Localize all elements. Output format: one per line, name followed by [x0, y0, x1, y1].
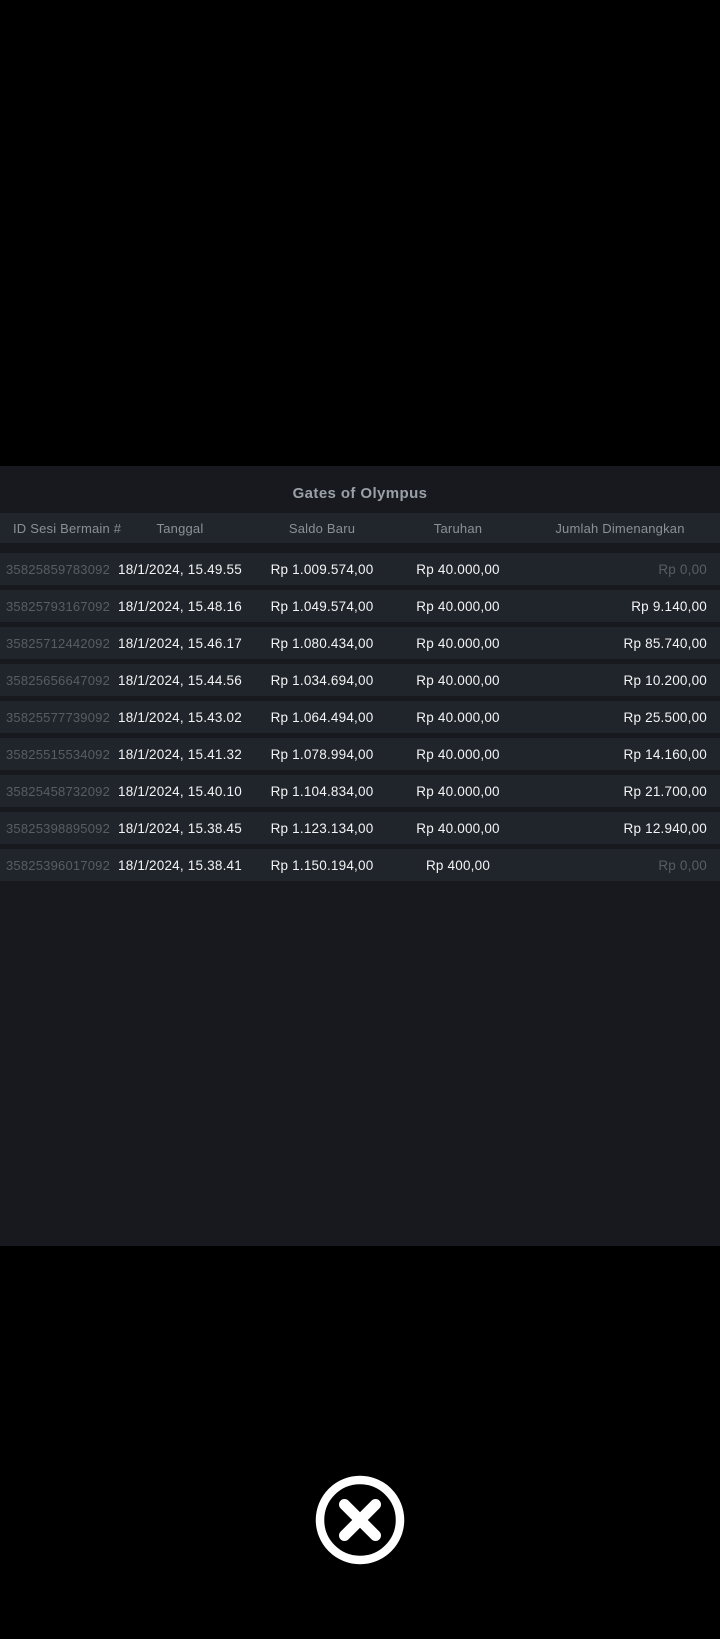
- table-header: ID Sesi Bermain # Tanggal Saldo Baru Tar…: [0, 513, 720, 543]
- table-body: 35825859783092 18/1/2024, 15.49.55 Rp 1.…: [0, 543, 720, 886]
- cell-bet: Rp 40.000,00: [416, 561, 500, 577]
- cell-session-id: 35825859783092: [6, 561, 111, 577]
- cell-win-amount: Rp 9.140,00: [631, 598, 707, 614]
- col-header-session-id: ID Sesi Bermain #: [13, 520, 122, 536]
- col-header-win: Jumlah Dimenangkan: [555, 520, 685, 536]
- cell-win-amount: Rp 0,00: [658, 857, 707, 873]
- table-row: 35825859783092 18/1/2024, 15.49.55 Rp 1.…: [0, 553, 720, 585]
- cell-new-balance: Rp 1.080.434,00: [270, 635, 374, 651]
- cell-bet: Rp 40.000,00: [416, 672, 500, 688]
- table-row: 35825515534092 18/1/2024, 15.41.32 Rp 1.…: [0, 738, 720, 770]
- cell-bet: Rp 40.000,00: [416, 820, 500, 836]
- modal-title: Gates of Olympus: [292, 485, 428, 502]
- table-row: 35825656647092 18/1/2024, 15.44.56 Rp 1.…: [0, 664, 720, 696]
- cell-new-balance: Rp 1.064.494,00: [270, 709, 374, 725]
- cell-new-balance: Rp 1.009.574,00: [270, 561, 374, 577]
- cell-session-id: 35825712442092: [6, 635, 111, 651]
- cell-date: 18/1/2024, 15.38.45: [118, 820, 242, 836]
- cell-session-id: 35825398895092: [6, 820, 111, 836]
- cell-win-amount: Rp 14.160,00: [623, 746, 707, 762]
- cell-new-balance: Rp 1.123.134,00: [270, 820, 374, 836]
- cell-date: 18/1/2024, 15.46.17: [118, 635, 242, 651]
- cell-session-id: 35825577739092: [6, 709, 111, 725]
- cell-bet: Rp 40.000,00: [416, 598, 500, 614]
- cell-bet: Rp 40.000,00: [416, 635, 500, 651]
- cell-bet: Rp 400,00: [425, 857, 491, 873]
- cell-new-balance: Rp 1.049.574,00: [270, 598, 374, 614]
- cell-win-amount: Rp 25.500,00: [623, 709, 707, 725]
- cell-bet: Rp 40.000,00: [416, 709, 500, 725]
- col-header-bet: Taruhan: [433, 520, 483, 536]
- cell-bet: Rp 40.000,00: [416, 783, 500, 799]
- table-row: 35825396017092 18/1/2024, 15.38.41 Rp 1.…: [0, 849, 720, 881]
- cell-date: 18/1/2024, 15.41.32: [118, 746, 242, 762]
- cell-date: 18/1/2024, 15.43.02: [118, 709, 242, 725]
- cell-new-balance: Rp 1.104.834,00: [270, 783, 374, 799]
- close-button[interactable]: [315, 1475, 405, 1565]
- cell-date: 18/1/2024, 15.44.56: [118, 672, 242, 688]
- col-header-date: Tanggal: [156, 520, 204, 536]
- screen: Gates of Olympus ID Sesi Bermain # Tangg…: [0, 0, 720, 1639]
- cell-win-amount: Rp 21.700,00: [623, 783, 707, 799]
- cell-bet: Rp 40.000,00: [416, 746, 500, 762]
- game-history-panel: Gates of Olympus ID Sesi Bermain # Tangg…: [0, 466, 720, 1246]
- table-row: 35825577739092 18/1/2024, 15.43.02 Rp 1.…: [0, 701, 720, 733]
- col-header-balance: Saldo Baru: [288, 520, 356, 536]
- cell-new-balance: Rp 1.150.194,00: [270, 857, 374, 873]
- cell-session-id: 35825458732092: [6, 783, 111, 799]
- cell-date: 18/1/2024, 15.49.55: [118, 561, 242, 577]
- cell-win-amount: Rp 10.200,00: [623, 672, 707, 688]
- cell-session-id: 35825793167092: [6, 598, 111, 614]
- table-row: 35825398895092 18/1/2024, 15.38.45 Rp 1.…: [0, 812, 720, 844]
- table-row: 35825712442092 18/1/2024, 15.46.17 Rp 1.…: [0, 627, 720, 659]
- cell-date: 18/1/2024, 15.40.10: [118, 783, 242, 799]
- cell-session-id: 35825396017092: [6, 857, 111, 873]
- table-row: 35825793167092 18/1/2024, 15.48.16 Rp 1.…: [0, 590, 720, 622]
- cell-session-id: 35825515534092: [6, 746, 111, 762]
- table-row: 35825458732092 18/1/2024, 15.40.10 Rp 1.…: [0, 775, 720, 807]
- cell-win-amount: Rp 12.940,00: [623, 820, 707, 836]
- cell-date: 18/1/2024, 15.48.16: [118, 598, 242, 614]
- cell-session-id: 35825656647092: [6, 672, 111, 688]
- cell-new-balance: Rp 1.034.694,00: [270, 672, 374, 688]
- cell-win-amount: Rp 85.740,00: [623, 635, 707, 651]
- cell-date: 18/1/2024, 15.38.41: [118, 857, 242, 873]
- x-circle-icon: [315, 1475, 405, 1565]
- cell-win-amount: Rp 0,00: [658, 561, 707, 577]
- cell-new-balance: Rp 1.078.994,00: [270, 746, 374, 762]
